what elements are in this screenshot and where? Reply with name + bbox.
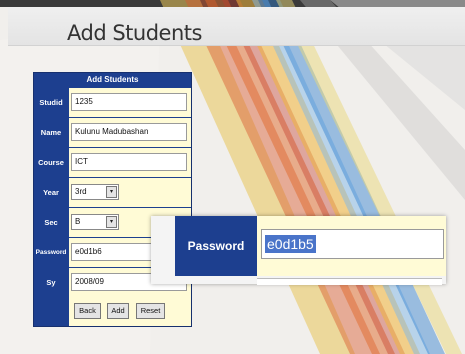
sy-label: Sy [46,278,56,287]
sec-select-value: B [75,217,81,226]
password-label: Password [35,249,67,256]
studid-input[interactable]: 1235 [71,93,187,111]
zoom-password-selected-text: e0d1b5 [265,235,316,253]
studid-row: Studid 1235 [34,88,191,118]
name-input[interactable]: Kulunu Madubashan [71,123,187,141]
add-button[interactable]: Add [107,303,129,319]
reset-button[interactable]: Reset [136,303,165,319]
sec-label: Sec [44,218,58,227]
course-row: Course ICT [34,148,191,178]
page-title: Add Students [67,21,202,45]
page-header: Add Students [8,7,465,46]
sec-select[interactable]: B ▾ [71,214,119,230]
form-title: Add Students [86,75,139,84]
zoom-password-input[interactable]: e0d1b5 [261,229,444,259]
studid-label: Studid [39,98,63,107]
screen: Add Students Add Students Studid 1235 Na… [0,0,465,354]
course-label: Course [38,158,64,167]
zoom-password-label: Password [175,216,257,276]
chevron-down-icon[interactable]: ▾ [106,216,117,228]
back-button[interactable]: Back [74,303,101,319]
year-select[interactable]: 3rd ▾ [71,184,119,200]
year-label: Year [43,188,59,197]
password-zoom-callout: Password e0d1b5 [151,216,446,285]
form-actions: Back Add Reset [69,297,191,326]
chevron-down-icon[interactable]: ▾ [106,186,117,198]
year-select-value: 3rd [75,187,87,196]
year-row: Year 3rd ▾ [34,178,191,208]
zoom-next-field-edge [257,278,442,285]
add-students-form: Add Students Studid 1235 Name Kulunu Mad… [33,72,192,327]
course-input[interactable]: ICT [71,153,187,171]
name-label: Name [40,128,62,137]
name-row: Name Kulunu Madubashan [34,118,191,148]
